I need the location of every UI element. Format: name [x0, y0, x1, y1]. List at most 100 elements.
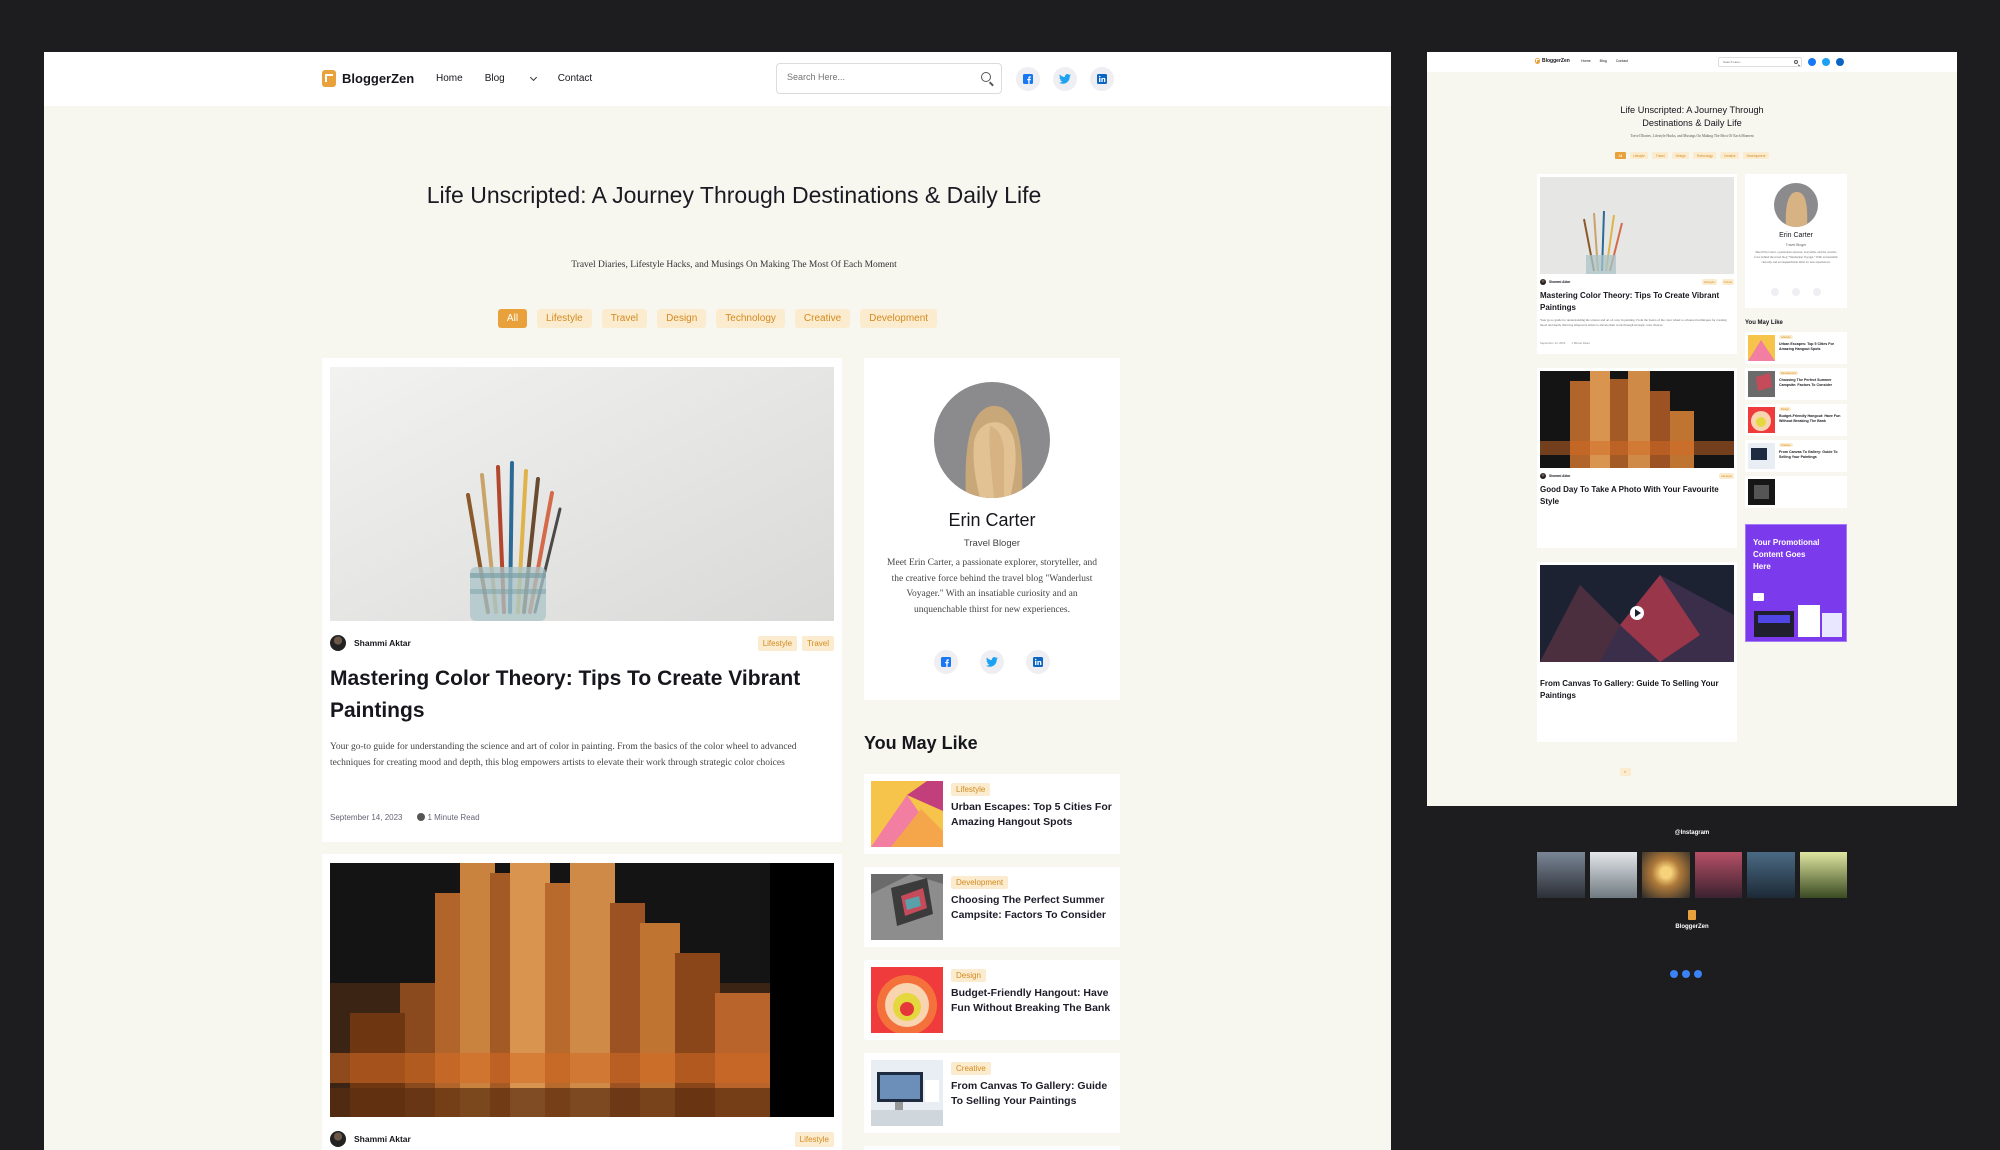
mini-related-title[interactable]: Urban Escapes: Top 5 Cities For Amazing … — [1779, 342, 1843, 352]
mini-post-tag[interactable]: Lifestyle — [1718, 473, 1734, 479]
related-tag[interactable]: Design — [951, 969, 986, 982]
mini-related-title[interactable]: From Canvas To Gallery: Guide To Selling… — [1779, 450, 1843, 460]
post-title[interactable]: Mastering Color Theory: Tips To Create V… — [330, 663, 840, 727]
footer-logo[interactable]: BloggerZen — [1427, 910, 1957, 930]
mini-related-item[interactable]: Design Budget-Friendly Hangout: Have Fun … — [1745, 404, 1847, 436]
related-thumb[interactable] — [871, 1060, 943, 1126]
linkedin-icon[interactable] — [1694, 970, 1702, 978]
post-card[interactable]: Shammi Aktar Lifestyle Travel Mastering … — [322, 358, 842, 842]
mini-post-image[interactable] — [1540, 177, 1734, 274]
linkedin-icon[interactable] — [1090, 67, 1114, 91]
facebook-icon[interactable] — [1771, 288, 1779, 296]
mini-post-image[interactable] — [1540, 371, 1734, 468]
post-card[interactable]: Shammi Aktar Lifestyle — [322, 854, 842, 1150]
mini-post-card[interactable]: From Canvas To Gallery: Guide To Selling… — [1537, 562, 1737, 742]
mini-related-thumb[interactable] — [1748, 407, 1775, 433]
related-title[interactable]: From Canvas To Gallery: Guide To Selling… — [951, 1079, 1115, 1109]
category-travel[interactable]: Travel — [601, 309, 648, 328]
mini-category-all[interactable]: All — [1615, 152, 1626, 159]
facebook-icon[interactable] — [1670, 970, 1678, 978]
linkedin-icon[interactable] — [1836, 58, 1844, 66]
facebook-icon[interactable] — [934, 650, 958, 674]
category-all[interactable]: All — [497, 309, 528, 328]
mini-post-author[interactable]: Shammi Aktar — [1540, 473, 1570, 479]
mini-category-travel[interactable]: Travel — [1652, 152, 1669, 159]
category-lifestyle[interactable]: Lifestyle — [537, 309, 592, 328]
mini-post-title[interactable]: Mastering Color Theory: Tips To Create V… — [1540, 290, 1734, 314]
mini-site-logo[interactable]: BloggerZen — [1535, 58, 1570, 64]
related-title[interactable]: Budget-Friendly Hangout: Have Fun Withou… — [951, 986, 1115, 1016]
instagram-photo[interactable] — [1642, 852, 1690, 898]
related-tag[interactable]: Lifestyle — [951, 783, 991, 796]
related-thumb[interactable] — [871, 781, 943, 847]
mini-nav-blog[interactable]: Blog — [1600, 59, 1607, 63]
mini-category-lifestyle[interactable]: Lifestyle — [1629, 152, 1649, 159]
mini-related-item[interactable] — [1745, 476, 1847, 508]
category-technology[interactable]: Technology — [716, 309, 785, 328]
post-tag[interactable]: Lifestyle — [757, 636, 798, 651]
mini-post-title[interactable]: From Canvas To Gallery: Guide To Selling… — [1540, 678, 1734, 702]
mini-nav-contact[interactable]: Contact — [1616, 59, 1628, 63]
facebook-icon[interactable] — [1016, 67, 1040, 91]
site-logo[interactable]: BloggerZen — [322, 70, 414, 87]
search-input[interactable] — [787, 72, 967, 82]
related-post-item[interactable]: Creative From Canvas To Gallery: Guide T… — [864, 1053, 1120, 1133]
instagram-photo[interactable] — [1799, 852, 1847, 898]
related-tag[interactable]: Creative — [951, 1062, 991, 1075]
search-icon[interactable] — [981, 72, 991, 82]
related-thumb[interactable] — [871, 874, 943, 940]
mini-related-tag[interactable]: Creative — [1779, 443, 1793, 447]
related-post-item[interactable]: Lifestyle Urban Escapes: Top 5 Cities Fo… — [864, 774, 1120, 854]
mini-related-item[interactable]: Creative From Canvas To Gallery: Guide To… — [1745, 440, 1847, 472]
post-image-paintbrushes[interactable] — [330, 367, 834, 621]
related-post-item[interactable] — [864, 1146, 1120, 1150]
mini-related-thumb[interactable] — [1748, 371, 1775, 397]
post-author[interactable]: Shammi Aktar — [330, 635, 411, 651]
category-creative[interactable]: Creative — [794, 309, 851, 328]
post-tag[interactable]: Travel — [802, 636, 834, 651]
twitter-icon[interactable] — [1792, 288, 1800, 296]
mini-related-thumb[interactable] — [1748, 443, 1775, 469]
promo-banner[interactable]: Your Promotional Content Goes Here → — [1745, 524, 1847, 642]
mini-category-design[interactable]: Design — [1672, 152, 1690, 159]
load-more-button[interactable]: ↻ — [1620, 768, 1631, 776]
facebook-icon[interactable] — [1808, 58, 1816, 66]
mini-category-technology[interactable]: Technology — [1693, 152, 1717, 159]
nav-item-contact[interactable]: Contact — [558, 73, 592, 84]
mini-related-tag[interactable]: Lifestyle — [1779, 335, 1793, 339]
mini-related-tag[interactable]: Development — [1779, 371, 1799, 375]
related-tag[interactable]: Development — [951, 876, 1009, 889]
category-design[interactable]: Design — [657, 309, 707, 328]
instagram-photo[interactable] — [1747, 852, 1795, 898]
twitter-icon[interactable] — [1053, 67, 1077, 91]
mini-post-card[interactable]: Shammi Aktar Lifestyle Good Day To Take … — [1537, 368, 1737, 548]
instagram-photo[interactable] — [1694, 852, 1742, 898]
related-post-item[interactable]: Design Budget-Friendly Hangout: Have Fun… — [864, 960, 1120, 1040]
twitter-icon[interactable] — [980, 650, 1004, 674]
mini-post-image-video[interactable] — [1540, 565, 1734, 662]
promo-button[interactable]: → — [1753, 593, 1764, 601]
mini-related-title[interactable]: Choosing The Perfect Summer Campsite: Fa… — [1779, 378, 1843, 388]
mini-post-title[interactable]: Good Day To Take A Photo With Your Favou… — [1540, 484, 1734, 508]
post-tag[interactable]: Lifestyle — [794, 1132, 834, 1147]
twitter-icon[interactable] — [1682, 970, 1690, 978]
mini-related-item[interactable]: Development Choosing The Perfect Summer C… — [1745, 368, 1847, 400]
post-author[interactable]: Shammi Aktar — [330, 1131, 411, 1147]
mini-post-tag[interactable]: Lifestyle — [1701, 279, 1717, 285]
linkedin-icon[interactable] — [1813, 288, 1821, 296]
mini-search-input[interactable] — [1723, 60, 1783, 64]
related-post-item[interactable]: Development Choosing The Perfect Summer … — [864, 867, 1120, 947]
mini-related-item[interactable]: Lifestyle Urban Escapes: Top 5 Cities For… — [1745, 332, 1847, 364]
mini-related-thumb[interactable] — [1748, 479, 1775, 505]
mini-post-card[interactable]: Shammi Aktar Lifestyle Travel Mastering C… — [1537, 174, 1737, 354]
linkedin-icon[interactable] — [1026, 650, 1050, 674]
related-thumb[interactable] — [871, 967, 943, 1033]
post-image-abstract-copper[interactable] — [330, 863, 834, 1117]
mini-nav-home[interactable]: Home — [1581, 59, 1591, 63]
mini-post-tag[interactable]: Travel — [1721, 279, 1734, 285]
related-title[interactable]: Choosing The Perfect Summer Campsite: Fa… — [951, 893, 1115, 923]
nav-item-blog[interactable]: Blog — [485, 73, 537, 84]
twitter-icon[interactable] — [1822, 58, 1830, 66]
instagram-photo[interactable] — [1537, 852, 1585, 898]
mini-related-title[interactable]: Budget-Friendly Hangout: Have Fun Withou… — [1779, 414, 1843, 424]
